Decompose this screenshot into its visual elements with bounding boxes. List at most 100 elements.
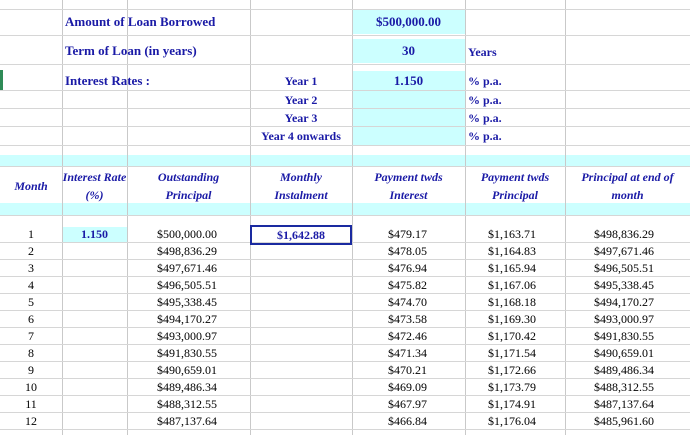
principal-cell[interactable]: $1,170.42 — [488, 328, 558, 345]
spreadsheet[interactable]: Amount of Loan Borrowed $500,000.00 Term… — [0, 0, 690, 435]
outstanding-cell[interactable]: $494,170.27 — [157, 311, 247, 328]
gridline-h — [0, 145, 690, 146]
gridline-h — [0, 361, 690, 362]
gridline-v — [352, 0, 353, 435]
principal-cell[interactable]: $1,163.71 — [488, 226, 558, 243]
principal-cell[interactable]: $1,171.54 — [488, 345, 558, 362]
outstanding-cell[interactable]: $487,137.64 — [157, 413, 247, 430]
end-principal-cell[interactable]: $496,505.51 — [594, 260, 684, 277]
outstanding-cell[interactable]: $490,659.01 — [157, 362, 247, 379]
loan-term-field[interactable]: 30 — [352, 42, 465, 60]
gridline-h — [0, 378, 690, 379]
principal-cell[interactable]: $1,165.94 — [488, 260, 558, 277]
interest-cell[interactable]: $479.17 — [388, 226, 448, 243]
header-month: Month — [14, 179, 48, 193]
outstanding-cell[interactable]: $491,830.55 — [157, 345, 247, 362]
outstanding-cell[interactable]: $493,000.97 — [157, 328, 247, 345]
interest-cell[interactable]: $470.21 — [388, 362, 448, 379]
gridline-v — [465, 0, 466, 435]
principal-cell[interactable]: $1,167.06 — [488, 277, 558, 294]
interest-cell[interactable]: $472.46 — [388, 328, 448, 345]
rate-year-unit: % p.a. — [468, 111, 502, 125]
outstanding-cell[interactable]: $500,000.00 — [157, 226, 247, 243]
first-rate-cell[interactable]: 1.150 — [62, 226, 127, 243]
interest-cell[interactable]: $467.97 — [388, 396, 448, 413]
end-principal-cell[interactable]: $491,830.55 — [594, 328, 684, 345]
month-cell[interactable]: 9 — [0, 362, 62, 379]
rate-year-field[interactable]: 1.150 — [352, 72, 465, 90]
principal-cell[interactable]: $1,172.66 — [488, 362, 558, 379]
gridline-h — [0, 35, 690, 36]
outstanding-cell[interactable]: $498,836.29 — [157, 243, 247, 260]
month-cell[interactable]: 6 — [0, 311, 62, 328]
rate-year-field[interactable] — [352, 109, 465, 127]
outstanding-cell[interactable]: $496,505.51 — [157, 277, 247, 294]
loan-amount-field[interactable]: $500,000.00 — [352, 13, 465, 31]
rate-year-label: Year 2 — [284, 93, 318, 107]
interest-cell[interactable]: $469.09 — [388, 379, 448, 396]
gridline-h — [0, 276, 690, 277]
end-principal-cell[interactable]: $498,836.29 — [594, 226, 684, 243]
outstanding-cell[interactable]: $495,338.45 — [157, 294, 247, 311]
gridline-v — [62, 0, 63, 435]
gridline-h — [0, 429, 690, 430]
principal-cell[interactable]: $1,169.30 — [488, 311, 558, 328]
end-principal-cell[interactable]: $487,137.64 — [594, 396, 684, 413]
loan-term-unit: Years — [468, 45, 497, 59]
interest-cell[interactable]: $466.84 — [388, 413, 448, 430]
rate-year-label: Year 1 — [284, 74, 318, 88]
end-principal-cell[interactable]: $493,000.97 — [594, 311, 684, 328]
interest-cell[interactable]: $473.58 — [388, 311, 448, 328]
month-cell[interactable]: 2 — [0, 243, 62, 260]
interest-cell[interactable]: $475.82 — [388, 277, 448, 294]
outstanding-cell[interactable]: $489,486.34 — [157, 379, 247, 396]
month-cell[interactable]: 8 — [0, 345, 62, 362]
loan-amount-label: Amount of Loan Borrowed — [65, 14, 216, 29]
rate-year-unit: % p.a. — [468, 74, 502, 88]
principal-cell[interactable]: $1,168.18 — [488, 294, 558, 311]
end-principal-cell[interactable]: $489,486.34 — [594, 362, 684, 379]
row-selection-marker — [0, 70, 3, 90]
interest-cell[interactable]: $471.34 — [388, 345, 448, 362]
month-cell[interactable]: 11 — [0, 396, 62, 413]
month-cell[interactable]: 7 — [0, 328, 62, 345]
interest-cell[interactable]: $476.94 — [388, 260, 448, 277]
end-principal-cell[interactable]: $495,338.45 — [594, 277, 684, 294]
interest-cell[interactable]: $474.70 — [388, 294, 448, 311]
rate-year-unit: % p.a. — [468, 93, 502, 107]
end-principal-cell[interactable]: $494,170.27 — [594, 294, 684, 311]
month-cell[interactable]: 10 — [0, 379, 62, 396]
gridline-h — [0, 64, 690, 65]
end-principal-cell[interactable]: $497,671.46 — [594, 243, 684, 260]
gridline-h — [0, 215, 690, 216]
header-principal-end: Principal at end of month — [581, 170, 674, 202]
end-principal-cell[interactable]: $485,961.60 — [594, 413, 684, 430]
rate-year-unit: % p.a. — [468, 129, 502, 143]
rate-year-label: Year 4 onwards — [261, 129, 341, 143]
outstanding-cell[interactable]: $488,312.55 — [157, 396, 247, 413]
gridline-h — [0, 310, 690, 311]
interest-cell[interactable]: $478.05 — [388, 243, 448, 260]
month-cell[interactable]: 4 — [0, 277, 62, 294]
rate-year-field[interactable] — [352, 127, 465, 145]
month-cell[interactable]: 3 — [0, 260, 62, 277]
header-band-bottom — [0, 203, 690, 215]
rate-year-field[interactable] — [352, 91, 465, 109]
principal-cell[interactable]: $1,164.83 — [488, 243, 558, 260]
end-principal-cell[interactable]: $490,659.01 — [594, 345, 684, 362]
monthly-instalment-cell[interactable]: $1,642.88 — [250, 225, 352, 245]
gridline-h — [0, 395, 690, 396]
principal-cell[interactable]: $1,176.04 — [488, 413, 558, 430]
principal-cell[interactable]: $1,173.79 — [488, 379, 558, 396]
month-cell[interactable]: 1 — [0, 226, 62, 243]
month-cell[interactable]: 12 — [0, 413, 62, 430]
principal-cell[interactable]: $1,174.91 — [488, 396, 558, 413]
gridline-h — [0, 344, 690, 345]
month-cell[interactable]: 5 — [0, 294, 62, 311]
gridline-v — [250, 0, 251, 435]
gridline-h — [0, 9, 690, 10]
rate-year-label: Year 3 — [284, 111, 318, 125]
outstanding-cell[interactable]: $497,671.46 — [157, 260, 247, 277]
end-principal-cell[interactable]: $488,312.55 — [594, 379, 684, 396]
gridline-h — [0, 327, 690, 328]
